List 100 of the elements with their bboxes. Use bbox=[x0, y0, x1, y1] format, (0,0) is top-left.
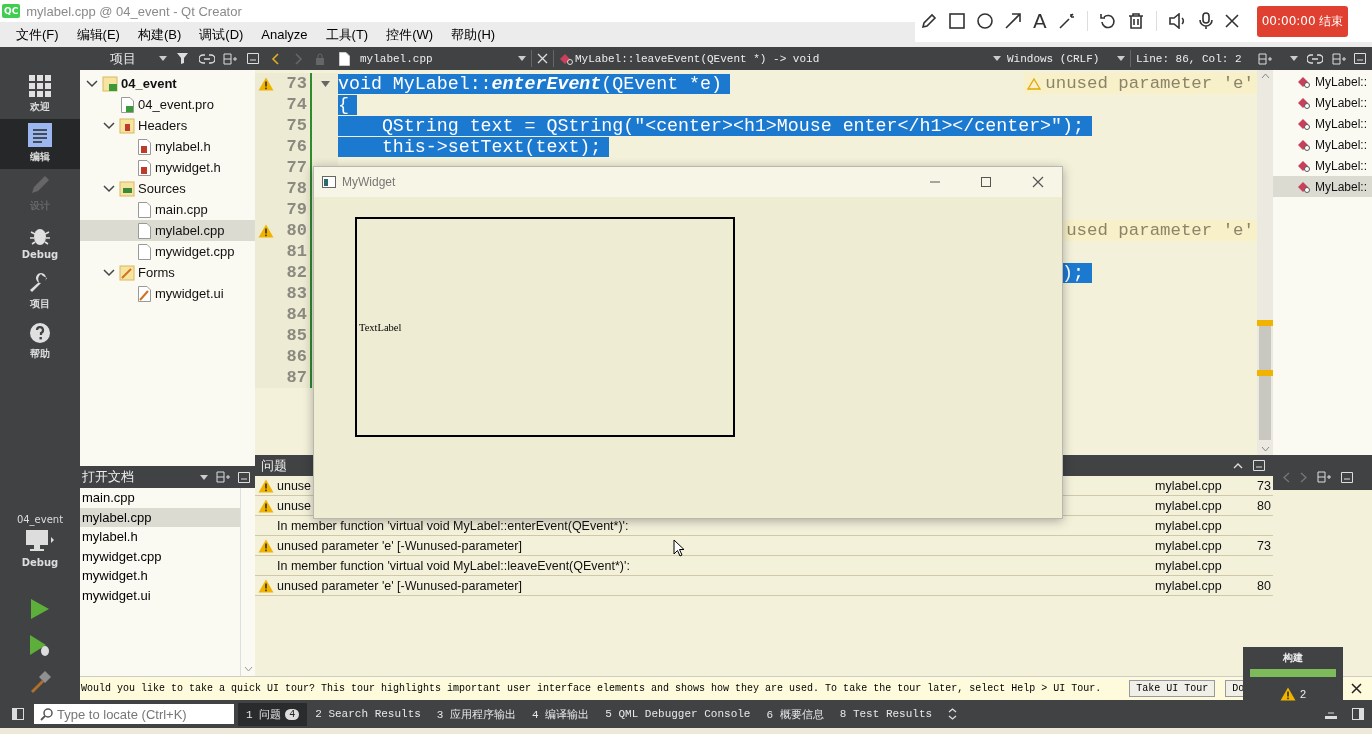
text-tool-button[interactable]: A bbox=[1033, 11, 1047, 31]
menu-item[interactable]: 控件(W) bbox=[377, 25, 443, 44]
close-panel-icon[interactable] bbox=[1341, 472, 1353, 483]
file-selector[interactable]: mylabel.cpp bbox=[360, 52, 518, 65]
mode-button[interactable]: 编辑 bbox=[0, 119, 80, 169]
undo-icon[interactable] bbox=[1099, 13, 1116, 29]
debug-run-icon[interactable] bbox=[29, 634, 51, 657]
locate-field[interactable]: Type to locate (Ctrl+K) bbox=[34, 704, 234, 724]
dropdown-caret-icon[interactable] bbox=[518, 56, 526, 61]
document-icon[interactable] bbox=[28, 123, 52, 148]
output-tab[interactable]: 4 编译输出 bbox=[524, 702, 598, 726]
help-icon[interactable] bbox=[29, 321, 51, 344]
pencil-icon[interactable] bbox=[921, 13, 937, 29]
dropdown-caret-icon[interactable] bbox=[1117, 56, 1125, 61]
filter-icon[interactable] bbox=[177, 53, 189, 64]
output-tab[interactable]: 8 Test Results bbox=[831, 704, 941, 724]
split-icon[interactable] bbox=[223, 52, 237, 65]
mode-button[interactable]: 项目 bbox=[0, 267, 80, 317]
outline-item[interactable]: MyLabel:: bbox=[1273, 113, 1372, 134]
mode-button[interactable]: 欢迎 bbox=[0, 70, 80, 120]
dropdown-caret-icon[interactable] bbox=[1290, 56, 1298, 61]
line-ending-selector[interactable]: Windows (CRLF) bbox=[1007, 52, 1117, 65]
mode-button[interactable]: Debug bbox=[0, 217, 80, 268]
toggle-sidebar-icon[interactable] bbox=[1352, 708, 1364, 720]
document-item[interactable]: mywidget.ui bbox=[80, 585, 240, 605]
circle-icon[interactable] bbox=[977, 13, 993, 29]
tree-item[interactable]: mylabel.h bbox=[80, 136, 255, 157]
tree-item[interactable]: 04_event.pro bbox=[80, 94, 255, 115]
tree-item[interactable]: Sources bbox=[80, 178, 255, 199]
arrow-icon[interactable] bbox=[1005, 13, 1021, 29]
link-icon[interactable] bbox=[1307, 53, 1323, 64]
project-selector[interactable]: 项目 bbox=[110, 49, 136, 68]
outline-item[interactable]: MyLabel:: bbox=[1273, 92, 1372, 113]
close-panel-icon[interactable] bbox=[1253, 460, 1265, 471]
tour-button[interactable]: Take UI Tour bbox=[1129, 680, 1216, 697]
close-panel-icon[interactable] bbox=[238, 471, 250, 483]
split-icon[interactable] bbox=[1317, 471, 1331, 483]
split-icon[interactable] bbox=[1258, 52, 1272, 65]
output-tab[interactable]: 3 应用程序输出 bbox=[428, 702, 525, 726]
tree-item[interactable]: mylabel.cpp bbox=[80, 220, 255, 241]
split-icon[interactable] bbox=[1332, 52, 1346, 65]
scroll-thumb[interactable] bbox=[1259, 320, 1271, 440]
menu-item[interactable]: 文件(F) bbox=[7, 25, 68, 44]
issue-row[interactable]: unused parameter 'e' [-Wunused-parameter] mylabel.cpp 80 bbox=[255, 576, 1273, 596]
fold-caret-icon[interactable] bbox=[320, 80, 330, 87]
dropdown-caret-icon[interactable] bbox=[993, 56, 1001, 61]
tree-item[interactable]: mywidget.ui bbox=[80, 283, 255, 304]
menu-item[interactable]: 构建(B) bbox=[128, 25, 191, 44]
issue-row[interactable]: In member function 'virtual void MyLabel::leaveEvent(QEvent*)': mylabel.cpp bbox=[255, 556, 1273, 576]
outline-item[interactable]: MyLabel:: bbox=[1273, 71, 1372, 92]
outline-item[interactable]: MyLabel:: bbox=[1273, 155, 1372, 176]
run-icon[interactable] bbox=[30, 597, 50, 620]
menu-item[interactable]: Analyze bbox=[252, 27, 317, 42]
close-panel-icon[interactable] bbox=[1354, 53, 1366, 64]
close-file-icon[interactable] bbox=[537, 53, 548, 64]
menu-item[interactable]: 工具(T) bbox=[316, 25, 378, 44]
tree-item[interactable]: Forms bbox=[80, 262, 255, 283]
menu-item[interactable]: 帮助(H) bbox=[442, 25, 505, 44]
outline-item[interactable]: MyLabel:: bbox=[1273, 134, 1372, 155]
outline-item[interactable]: MyLabel:: bbox=[1273, 176, 1372, 197]
output-tab[interactable]: 5 QML Debugger Console bbox=[597, 704, 759, 724]
document-item[interactable]: mywidget.cpp bbox=[80, 546, 240, 566]
document-item[interactable]: mylabel.cpp bbox=[80, 507, 240, 527]
close-icon[interactable] bbox=[1351, 683, 1362, 694]
close-icon[interactable] bbox=[1032, 176, 1044, 188]
document-item[interactable]: mylabel.h bbox=[80, 527, 240, 547]
menu-item[interactable]: 编辑(E) bbox=[67, 25, 129, 44]
output-tab[interactable]: 2 Search Results bbox=[307, 704, 429, 724]
stop-recording-button[interactable]: 00:00:00 结束 bbox=[1256, 5, 1349, 37]
scroll-bar[interactable] bbox=[1257, 70, 1273, 455]
tree-item[interactable]: mywidget.h bbox=[80, 157, 255, 178]
maximize-icon[interactable] bbox=[980, 176, 992, 188]
mode-button[interactable]: 帮助 bbox=[0, 316, 80, 366]
link-icon[interactable] bbox=[199, 53, 215, 64]
monitor-icon[interactable] bbox=[25, 528, 55, 553]
menu-item[interactable]: 调试(D) bbox=[190, 25, 253, 44]
scroll-down-icon[interactable] bbox=[1260, 446, 1270, 452]
close-icon[interactable] bbox=[1224, 14, 1239, 28]
microphone-icon[interactable] bbox=[1198, 12, 1213, 30]
tree-item[interactable]: 04_event bbox=[80, 73, 255, 94]
speaker-icon[interactable] bbox=[1168, 13, 1187, 29]
tree-item[interactable]: main.cpp bbox=[80, 199, 255, 220]
symbol-selector[interactable]: MyLabel::leaveEvent(QEvent *) -> void bbox=[575, 52, 993, 65]
close-panel-icon[interactable] bbox=[247, 53, 259, 64]
split-icon[interactable] bbox=[216, 471, 230, 483]
up-down-arrows-icon[interactable] bbox=[948, 708, 958, 720]
output-tab[interactable]: 1 问题 4 bbox=[238, 702, 308, 726]
dropdown-caret-icon[interactable] bbox=[200, 474, 208, 480]
document-item[interactable]: main.cpp bbox=[80, 488, 240, 508]
tree-item[interactable]: mywidget.cpp bbox=[80, 241, 255, 262]
hammer-icon[interactable] bbox=[29, 670, 51, 693]
grid-icon[interactable] bbox=[29, 75, 51, 98]
trash-icon[interactable] bbox=[1127, 13, 1144, 29]
document-item[interactable]: mywidget.h bbox=[80, 566, 240, 586]
collapse-up-icon[interactable] bbox=[1233, 462, 1243, 469]
tree-item[interactable]: Headers bbox=[80, 115, 255, 136]
scroll-up-icon[interactable] bbox=[1260, 73, 1270, 79]
toggle-sidebar-icon[interactable] bbox=[12, 708, 24, 720]
dropdown-caret-icon[interactable] bbox=[159, 56, 167, 61]
output-tab[interactable]: 6 概要信息 bbox=[758, 702, 832, 726]
